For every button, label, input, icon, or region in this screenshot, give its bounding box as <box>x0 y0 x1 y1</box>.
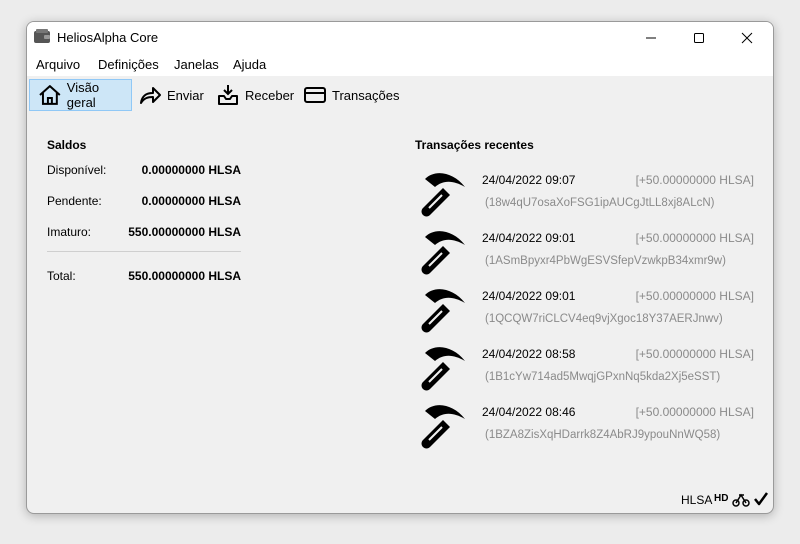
credit-card-icon <box>304 87 326 103</box>
pending-value[interactable]: 0.00000000 HLSA <box>87 194 241 208</box>
transaction-date: 24/04/2022 08:58 <box>482 347 576 361</box>
maximize-icon <box>694 32 704 43</box>
minimize-icon <box>646 37 656 38</box>
transactions-button[interactable]: Transações <box>303 79 399 111</box>
synced-check-icon[interactable] <box>753 491 769 507</box>
transaction-item[interactable]: 24/04/2022 09:01 [+50.00000000 HLSA] (1Q… <box>419 281 759 337</box>
transactions-label: Transações <box>332 87 400 103</box>
balances-title: Saldos <box>47 138 87 152</box>
transaction-amount: [+50.00000000 HLSA] <box>635 231 754 245</box>
transaction-address: (18w4qU7osaXoFSG1ipAUCgJtLL8xj8ALcN) <box>485 197 715 209</box>
transaction-address: (1ASmBpyxr4PbWgESVSfepVzwkpB34xmr9w) <box>485 255 726 267</box>
transaction-date: 24/04/2022 09:07 <box>482 173 576 187</box>
wallet-icon <box>34 29 50 43</box>
send-button[interactable]: Enviar <box>138 79 204 111</box>
transaction-date: 24/04/2022 09:01 <box>482 289 576 303</box>
transaction-address: (1QCQW7riCLCV4eq9vjXgoc18Y37AERJnwv) <box>485 313 723 325</box>
transaction-amount: [+50.00000000 HLSA] <box>635 173 754 187</box>
transaction-date: 24/04/2022 08:46 <box>482 405 576 419</box>
immature-value[interactable]: 550.00000000 HLSA <box>87 225 241 239</box>
transaction-item[interactable]: 24/04/2022 08:46 [+50.00000000 HLSA] (1B… <box>419 397 759 453</box>
available-value[interactable]: 0.00000000 HLSA <box>87 163 241 177</box>
send-arrow-icon <box>140 87 161 104</box>
receive-inbox-icon <box>218 85 238 105</box>
transaction-address: (1BZA8ZisXqHDarrk8Z4AbRJ9ypouNnWQ58) <box>485 429 721 441</box>
mined-pickaxe-icon <box>421 347 465 391</box>
title-bar[interactable]: HeliosAlpha Core <box>27 22 773 53</box>
overview-label: Visão geral <box>66 80 100 110</box>
home-icon <box>39 85 61 105</box>
status-unit[interactable]: HLSA <box>681 493 712 507</box>
network-activity-icon[interactable] <box>732 491 750 507</box>
mined-pickaxe-icon <box>421 405 465 449</box>
mined-pickaxe-icon <box>421 231 465 275</box>
receive-label: Receber <box>245 87 295 103</box>
total-label: Total: <box>47 269 76 283</box>
close-icon <box>741 32 753 43</box>
overview-button[interactable]: Visão geral <box>29 79 132 111</box>
menu-janelas[interactable]: Janelas <box>174 57 219 72</box>
send-label: Enviar <box>167 87 204 103</box>
menu-definicoes[interactable]: Definições <box>98 57 159 72</box>
mined-pickaxe-icon <box>421 289 465 333</box>
transaction-amount: [+50.00000000 HLSA] <box>635 289 754 303</box>
transaction-item[interactable]: 24/04/2022 09:01 [+50.00000000 HLSA] (1A… <box>419 223 759 279</box>
transaction-amount: [+50.00000000 HLSA] <box>635 347 754 361</box>
balances-divider <box>47 251 241 252</box>
immature-label: Imaturo: <box>47 225 92 239</box>
recent-transactions-title: Transações recentes <box>415 138 534 152</box>
minimize-button[interactable] <box>628 22 674 53</box>
receive-button[interactable]: Receber <box>216 79 294 111</box>
transaction-date: 24/04/2022 09:01 <box>482 231 576 245</box>
hd-wallet-indicator: HD <box>714 493 729 504</box>
menu-arquivo[interactable]: Arquivo <box>36 57 80 72</box>
transaction-item[interactable]: 24/04/2022 09:07 [+50.00000000 HLSA] (18… <box>419 165 759 221</box>
mined-pickaxe-icon <box>421 173 465 217</box>
transaction-address: (1B1cYw714ad5MwqjGPxnNq5kda2Xj5eSST) <box>485 371 721 383</box>
maximize-button[interactable] <box>676 22 722 53</box>
transaction-item[interactable]: 24/04/2022 08:58 [+50.00000000 HLSA] (1B… <box>419 339 759 395</box>
menu-bar: Arquivo Definições Janelas Ajuda <box>27 53 773 76</box>
transaction-amount: [+50.00000000 HLSA] <box>635 405 754 419</box>
toolbar: Visão geral Enviar Receber Transações <box>27 76 773 113</box>
total-value[interactable]: 550.00000000 HLSA <box>87 269 241 283</box>
close-button[interactable] <box>724 22 770 53</box>
main-window: HeliosAlpha Core Arquivo Definições Jane… <box>26 21 774 514</box>
menu-ajuda[interactable]: Ajuda <box>233 57 266 72</box>
window-title: HeliosAlpha Core <box>57 30 159 45</box>
